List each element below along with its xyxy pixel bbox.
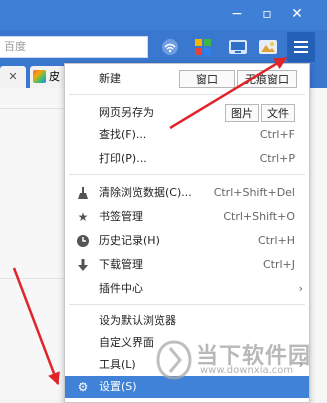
address-bar[interactable]: 百度 (0, 36, 148, 58)
toolbar: 百度 (0, 30, 327, 64)
tab-close-icon[interactable]: ✕ (0, 66, 26, 88)
menu-item-shortcut: Ctrl+H (257, 234, 295, 247)
apps-grid-icon[interactable] (193, 37, 213, 57)
maximize-button[interactable]: ▫ (252, 4, 282, 24)
menu-item-print[interactable]: 打印(P)... Ctrl+P (65, 148, 309, 170)
new-window-button[interactable]: 窗口 (179, 70, 235, 88)
menu-item-history[interactable]: 历史记录(H) Ctrl+H (65, 230, 309, 252)
menu-item-label: 历史记录(H) (99, 234, 160, 247)
watermark-logo-icon (156, 340, 192, 380)
menu-item-label: 设置(S) (99, 380, 137, 393)
save-file-button[interactable]: 文件 (261, 104, 295, 122)
menu-item-clear-data[interactable]: 清除浏览数据(C)... Ctrl+Shift+Del (65, 182, 309, 204)
menu-item-shortcut: Ctrl+P (259, 152, 295, 165)
title-bar: − ▫ ✕ (0, 0, 327, 30)
menu-item-label: 工具(L) (99, 358, 136, 371)
image-icon[interactable] (258, 37, 278, 57)
menu-item-set-default[interactable]: 设为默认浏览器 (65, 310, 309, 332)
chevron-right-icon: › (298, 282, 303, 295)
menu-item-label: 查找(F)... (99, 128, 147, 141)
gear-icon: ⚙ (77, 380, 89, 394)
menu-item-label: 插件中心 (99, 282, 143, 295)
main-menu-button[interactable] (287, 32, 315, 62)
tab-label: 皮 (49, 70, 60, 83)
menu-item-label: 设为默认浏览器 (99, 314, 176, 327)
menu-item-find[interactable]: 查找(F)... Ctrl+F (65, 124, 309, 146)
menu-item-label: 清除浏览数据(C)... (99, 186, 192, 199)
wifi-icon[interactable] (160, 37, 180, 57)
menu-item-bookmarks[interactable]: ★ 书签管理 Ctrl+Shift+O (65, 206, 309, 228)
download-arrow-icon (76, 258, 90, 272)
menu-item-shortcut: Ctrl+Shift+O (223, 210, 295, 223)
watermark-url: www.downxia.com (200, 365, 294, 376)
star-icon: ★ (77, 210, 89, 224)
tab-item[interactable]: 皮 (30, 66, 66, 88)
menu-item-label: 打印(P)... (99, 152, 147, 165)
tab-favicon-icon (33, 70, 46, 83)
new-incognito-button[interactable]: 无痕窗口 (237, 70, 297, 88)
menu-item-shortcut: Ctrl+F (259, 128, 295, 141)
menu-item-shortcut: Ctrl+Shift+Del (213, 186, 295, 199)
menu-new-label: 新建 (99, 72, 121, 85)
menu-item-label: 下载管理 (99, 258, 143, 271)
menu-save-as-label: 网页另存为 (99, 106, 154, 119)
menu-item-shortcut: Ctrl+J (262, 258, 295, 271)
clock-icon (76, 234, 90, 248)
menu-item-plugins[interactable]: 插件中心 › (65, 278, 309, 300)
screenshot-icon[interactable] (228, 37, 248, 57)
broom-icon (76, 186, 90, 200)
save-image-button[interactable]: 图片 (225, 104, 259, 122)
menu-item-downloads[interactable]: 下载管理 Ctrl+J (65, 254, 309, 276)
close-button[interactable]: ✕ (282, 4, 312, 24)
minimize-button[interactable]: − (222, 4, 252, 24)
menu-item-label: 书签管理 (99, 210, 143, 223)
menu-item-label: 自定义界面 (99, 336, 154, 349)
